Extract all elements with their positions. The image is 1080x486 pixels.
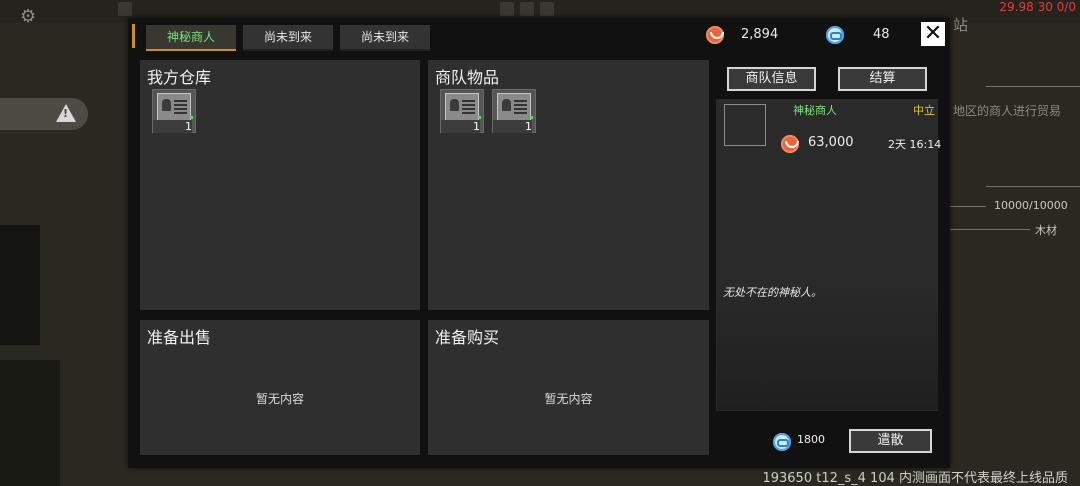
to-buy-empty: 暂无内容: [544, 392, 593, 406]
tab-not-arrived-2[interactable]: 尚未到来: [340, 25, 430, 51]
bg-trade-hint: 地区的商人进行贸易: [953, 104, 1062, 118]
divider: [950, 229, 1030, 230]
dismiss-button[interactable]: 遣散: [849, 429, 932, 453]
copper-coin-icon: [706, 26, 724, 44]
debug-stat: 29.98 30 0/0: [999, 0, 1076, 14]
caravan-item[interactable]: 1: [492, 89, 536, 133]
close-button[interactable]: ✕: [921, 22, 945, 46]
tab-not-arrived-1[interactable]: 尚未到来: [243, 25, 333, 51]
silver-coin-icon: [826, 26, 844, 44]
tab-mysterious-merchant[interactable]: 神秘商人: [146, 25, 236, 51]
my-warehouse-panel: 我方仓库 1: [140, 60, 420, 310]
warning-icon: [56, 104, 76, 122]
merchant-name: 神秘商人: [793, 104, 837, 117]
to-sell-panel: 准备出售 暂无内容: [140, 320, 420, 455]
merchant-card-icon: [157, 93, 191, 121]
bg-chip-icon: [520, 2, 534, 16]
item-indicator: [478, 116, 481, 119]
copper-amount: 2,894: [741, 27, 779, 42]
merchant-stance: 中立: [913, 104, 935, 117]
bg-chip-icon: [540, 2, 554, 16]
capacity-value: 10000/10000: [994, 199, 1068, 212]
caravan-goods-title: 商队物品: [435, 68, 500, 87]
item-count: 1: [153, 120, 192, 133]
to-buy-panel: 准备购买 暂无内容: [428, 320, 709, 455]
bg-chip-icon: [118, 2, 132, 16]
caravan-info-button[interactable]: 商队信息: [727, 67, 816, 91]
tab-accent: [132, 24, 135, 48]
bg-chip-icon: [500, 2, 514, 16]
caravan-goods-panel: 商队物品 1 1: [428, 60, 709, 310]
caravan-time-left: 2天 16:14: [888, 138, 942, 151]
map-shadow: [0, 225, 40, 345]
silver-coin-icon: [773, 433, 791, 451]
divider: [986, 86, 1080, 87]
copper-coin-icon: [781, 135, 799, 153]
to-sell-empty: 暂无内容: [255, 392, 304, 406]
merchant-card-icon: [445, 93, 479, 121]
resource-label: 木材: [1035, 224, 1057, 237]
item-count: 1: [493, 120, 532, 133]
dismiss-cost: 1800: [797, 433, 825, 446]
bg-station-char: 站: [953, 16, 969, 34]
merchant-funds: 63,000: [808, 135, 854, 150]
to-sell-title: 准备出售: [147, 328, 212, 347]
coin-amount: 48: [873, 27, 890, 42]
settle-button[interactable]: 结算: [838, 67, 927, 91]
item-count: 1: [441, 120, 480, 133]
divider: [950, 206, 986, 207]
merchant-card-icon: [497, 93, 531, 121]
my-warehouse-title: 我方仓库: [147, 68, 212, 87]
merchant-description: 无处不在的神秘人。: [723, 286, 822, 299]
merchant-avatar: [724, 104, 766, 146]
item-indicator: [190, 116, 193, 119]
divider: [986, 186, 1080, 187]
to-buy-title: 准备购买: [435, 328, 500, 347]
caravan-item[interactable]: 1: [440, 89, 484, 133]
warehouse-item[interactable]: 1: [152, 89, 196, 133]
gear-icon: ⚙: [20, 6, 37, 27]
build-info: 193650 t12_s_4 104 内测画面不代表最终上线品质: [762, 471, 1068, 486]
item-indicator: [530, 116, 533, 119]
map-shadow: [0, 360, 60, 486]
